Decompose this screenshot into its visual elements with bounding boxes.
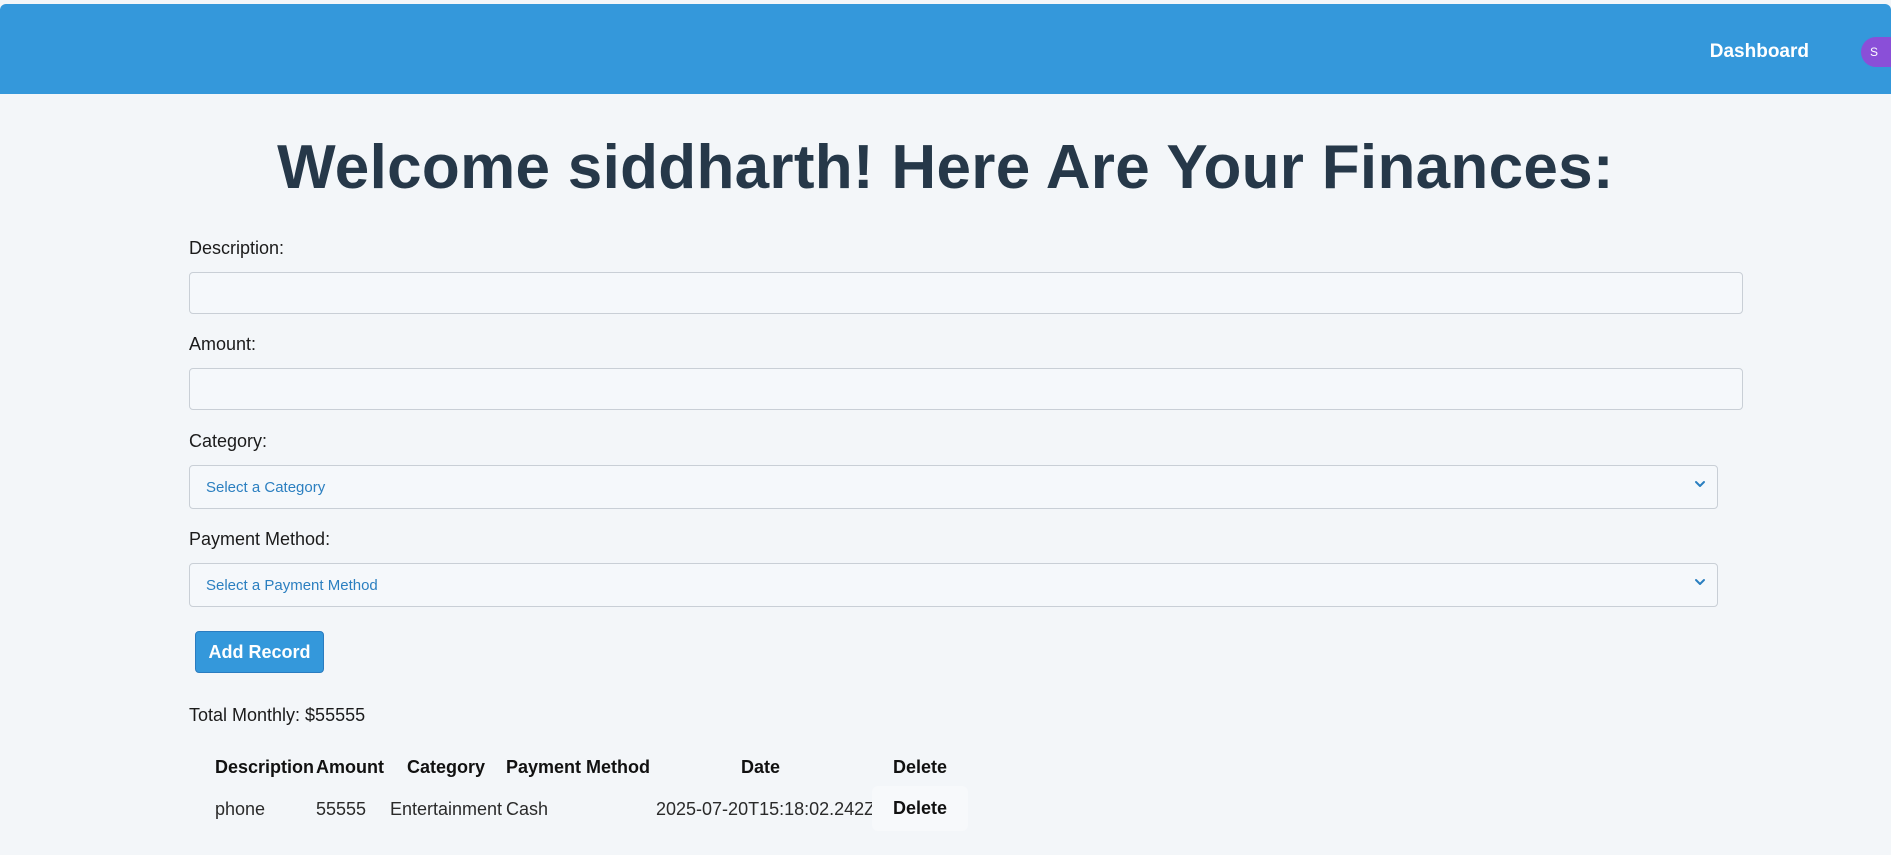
top-navbar: Dashboard S (0, 4, 1891, 94)
cell-date: 2025-07-20T15:18:02.242Z (656, 799, 876, 819)
cell-amount: 55555 (316, 799, 367, 819)
nav-dashboard-link[interactable]: Dashboard (1710, 41, 1809, 63)
cell-description: phone (215, 799, 266, 819)
payment-method-label: Payment Method: (189, 529, 331, 549)
add-record-button[interactable]: Add Record (195, 631, 324, 673)
payment-method-select[interactable]: Select a Payment Method (189, 563, 1718, 607)
category-label: Category: (189, 431, 268, 451)
total-monthly: Total Monthly: $55555 (189, 705, 366, 725)
column-header-date: Date (741, 757, 781, 777)
column-header-description: Description (215, 757, 315, 777)
description-label: Description: (189, 238, 285, 258)
amount-input[interactable] (189, 368, 1743, 410)
cell-payment-method: Cash (506, 799, 549, 819)
cell-category: Entertainment (390, 799, 503, 819)
avatar[interactable]: S (1861, 37, 1891, 67)
column-header-amount: Amount (316, 757, 384, 777)
column-header-delete: Delete (893, 757, 948, 777)
description-input[interactable] (189, 272, 1743, 314)
chevron-down-icon (1695, 481, 1705, 487)
payment-method-select-value: Select a Payment Method (206, 577, 378, 594)
chevron-down-icon (1695, 579, 1705, 585)
page-title: Welcome siddharth! Here Are Your Finance… (277, 133, 1614, 202)
column-header-category: Category (407, 757, 486, 777)
amount-label: Amount: (189, 334, 257, 354)
category-select[interactable]: Select a Category (189, 465, 1718, 509)
delete-record-button[interactable]: Delete (872, 786, 968, 831)
column-header-payment-method: Payment Method (506, 757, 651, 777)
category-select-value: Select a Category (206, 479, 326, 496)
